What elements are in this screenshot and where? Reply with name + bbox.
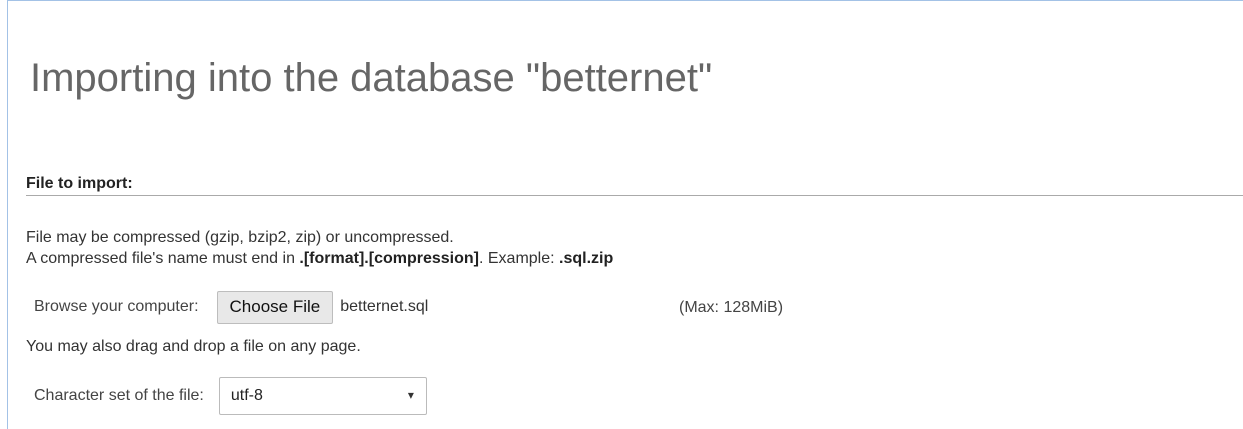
section-title: File to import: (26, 175, 133, 192)
browse-label: Browse your computer: (34, 298, 199, 315)
filename-format-middle: . Example: (478, 250, 560, 267)
charset-select[interactable]: utf-8 ▾ (218, 377, 427, 415)
compression-note: File may be compressed (gzip, bzip2, zip… (26, 229, 454, 246)
drag-drop-note: You may also drag and drop a file on any… (26, 338, 361, 355)
filename-format-prefix: A compressed file's name must end in (26, 250, 300, 267)
page-title: Importing into the database "betternet" (30, 56, 713, 100)
selected-file-name: betternet.sql (340, 298, 429, 315)
charset-label: Character set of the file: (34, 387, 204, 404)
max-upload-size: (Max: 128MiB) (679, 299, 784, 316)
charset-selected-value: utf-8 (230, 387, 263, 404)
file-to-import-header: File to import: (26, 166, 1243, 196)
choose-file-button[interactable]: Choose File (216, 290, 334, 324)
filename-format-note: A compressed file's name must end in .[f… (26, 250, 613, 268)
chevron-down-icon: ▾ (407, 388, 414, 402)
browse-row: Browse your computer: Choose File better… (34, 290, 428, 324)
filename-format-pattern: .[format].[compression] (299, 250, 479, 267)
charset-row: Character set of the file: utf-8 ▾ (34, 377, 427, 415)
filename-format-example: .sql.zip (559, 250, 614, 267)
